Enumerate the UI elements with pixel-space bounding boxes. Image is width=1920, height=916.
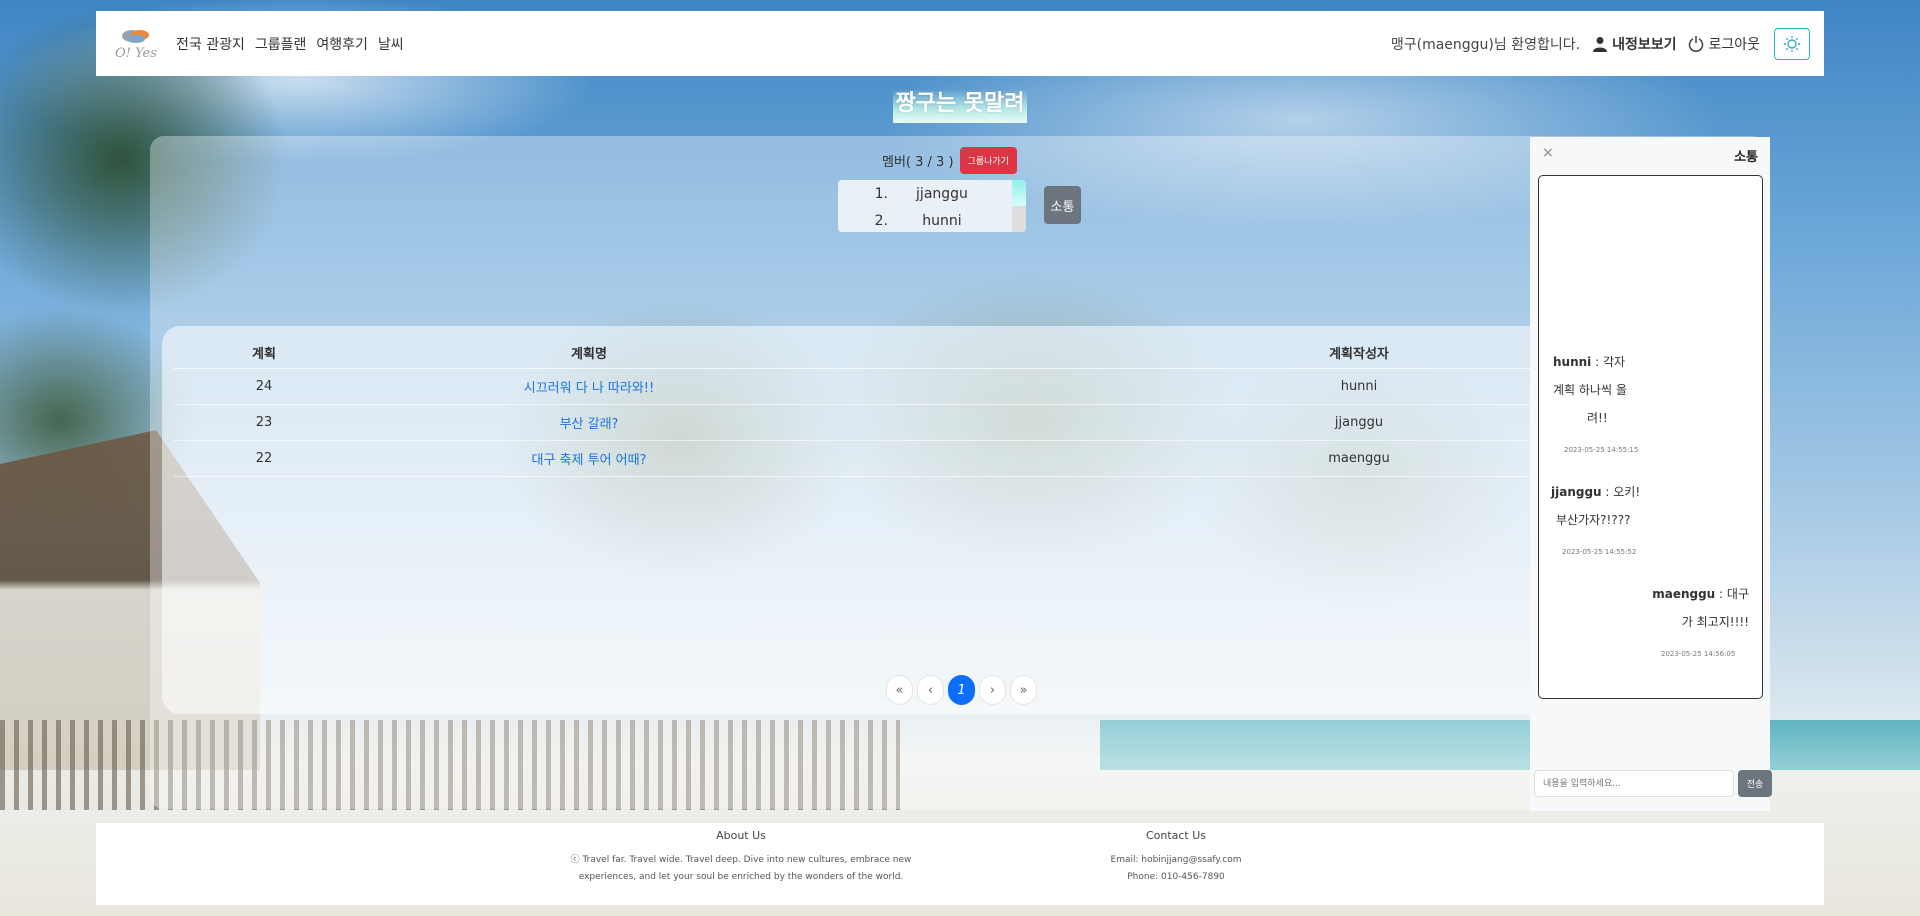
close-icon[interactable]: × (1542, 145, 1554, 161)
member-list[interactable]: 1. jjanggu 2. hunni (838, 180, 1026, 232)
column-header-plan-title: 계획명 (354, 338, 824, 369)
table-row: 23 부산 갈래? jjanggu (174, 404, 1534, 441)
logo-text: O! Yes (115, 46, 157, 61)
nav-group-plan[interactable]: 그룹플랜 (255, 34, 307, 54)
plan-number: 22 (174, 440, 354, 477)
footer-phone: Phone: 010-456-7890 (1127, 872, 1225, 882)
leave-group-button[interactable]: 그룹나가기 (959, 147, 1017, 174)
main-nav: 전국 관광지 그룹플랜 여행후기 날씨 (176, 34, 404, 54)
plan-title-link[interactable]: 부산 갈래? (560, 417, 619, 432)
page-prev-button[interactable]: ‹ (917, 675, 944, 705)
member-item: 1. jjanggu (838, 180, 1026, 207)
footer-about-title: About Us (716, 829, 766, 842)
my-info-label: 내정보보기 (1612, 36, 1677, 53)
chat-message-user: maenggu (1652, 587, 1716, 601)
user-icon (1593, 36, 1608, 52)
chat-message-text: 가 최고지!!!! (1681, 615, 1749, 629)
plan-title-link[interactable]: 시끄러워 다 나 따라와!! (524, 381, 654, 396)
group-title: 짱구는 못말려 (893, 89, 1027, 123)
member-number: 1. (874, 185, 888, 202)
power-icon (1689, 35, 1704, 52)
footer: About Us ⓒ Travel far. Travel wide. Trav… (96, 823, 1824, 905)
table-row: 22 대구 축제 투어 어때? maenggu (174, 440, 1534, 477)
top-navbar: O! Yes 전국 관광지 그룹플랜 여행후기 날씨 맹구(maenggu)님 … (96, 11, 1824, 76)
nav-tourist-spots[interactable]: 전국 관광지 (176, 34, 245, 54)
plan-number: 23 (174, 404, 354, 441)
chat-message-user: hunni (1553, 355, 1592, 369)
pagination: « ‹ 1 › » (886, 675, 1037, 705)
column-header-plan-author: 계획작성자 (1184, 338, 1534, 369)
logout-link[interactable]: 로그아웃 (1688, 34, 1760, 54)
chat-send-button[interactable]: 전송 (1738, 770, 1772, 797)
nav-travel-reviews[interactable]: 여행후기 (316, 34, 368, 54)
chat-message-time: 2023-05-25 14:55:15 (1564, 446, 1639, 454)
footer-about-text: ⓒ Travel far. Travel wide. Travel deep. … (570, 855, 912, 882)
column-spacer (824, 440, 1184, 477)
logo-icon (122, 30, 149, 43)
site-logo[interactable]: O! Yes (110, 22, 162, 66)
chat-message-text: 계획 하나씩 올 (1553, 383, 1627, 397)
footer-contact: Contact Us Email: hobinjjang@ssafy.com P… (1096, 829, 1256, 886)
my-info-link[interactable]: 내정보보기 (1592, 34, 1676, 54)
page-first-button[interactable]: « (886, 675, 913, 705)
table-row: 24 시끄러워 다 나 따라와!! hunni (174, 368, 1534, 405)
plan-table: 계획 계획명 계획작성자 24 시끄러워 다 나 따라와!! hunni 23 … (174, 338, 1534, 477)
member-name: hunni (922, 212, 962, 229)
column-spacer (824, 368, 1184, 405)
plan-author: hunni (1184, 368, 1534, 405)
chat-message-text: : 대구 (1715, 587, 1749, 601)
nav-weather[interactable]: 날씨 (378, 34, 404, 54)
chat-log[interactable]: hunni : 각자 계획 하나씩 올 려!! 2023-05-25 14:55… (1538, 175, 1763, 699)
footer-contact-title: Contact Us (1145, 829, 1207, 842)
chat-title: 소통 (1734, 150, 1758, 165)
plan-author: maenggu (1184, 440, 1534, 477)
talk-button[interactable]: 소통 (1044, 186, 1081, 224)
chat-message-text: 부산가자?!??? (1556, 513, 1631, 527)
page-number-button[interactable]: 1 (948, 675, 975, 705)
settings-button[interactable] (1774, 27, 1810, 60)
member-list-scrollbar[interactable] (1012, 180, 1026, 232)
column-header-plan-no: 계획 (174, 338, 354, 369)
column-spacer (824, 404, 1184, 441)
page-last-button[interactable]: » (1010, 675, 1037, 705)
chat-message: hunni : 각자 계획 하나씩 올 려!! (1553, 348, 1653, 432)
chat-message-input[interactable] (1534, 770, 1734, 797)
column-spacer (824, 338, 1184, 369)
plan-number: 24 (174, 368, 354, 405)
chat-message: maenggu : 대구 가 최고지!!!! (1639, 580, 1749, 636)
member-name: jjanggu (916, 185, 968, 202)
settings-icon (1784, 35, 1800, 52)
member-item: 2. hunni (838, 207, 1026, 232)
member-number: 2. (874, 212, 888, 229)
header-user-area: 맹구(maenggu)님 환영합니다. 내정보보기 로그아웃 (1390, 27, 1810, 60)
chat-panel: × 소통 hunni : 각자 계획 하나씩 올 려!! 2023-05-25 … (1530, 137, 1772, 811)
plan-author: jjanggu (1184, 404, 1534, 441)
members-header: 멤버( 3 / 3 ) 그룹나가기 (882, 147, 1017, 174)
chat-message-user: jjanggu (1551, 485, 1602, 499)
chat-message-time: 2023-05-25 14:55:52 (1562, 548, 1637, 556)
scrollbar-thumb[interactable] (1012, 180, 1026, 206)
page-next-button[interactable]: › (979, 675, 1006, 705)
members-count: 멤버( 3 / 3 ) (882, 155, 954, 170)
plan-title-link[interactable]: 대구 축제 투어 어때? (532, 453, 647, 468)
footer-about: About Us ⓒ Travel far. Travel wide. Trav… (556, 829, 926, 886)
chat-message-time: 2023-05-25 14:56:05 (1661, 650, 1736, 658)
chat-message-text: : 각자 (1591, 355, 1626, 369)
chat-message-text: 려!! (1587, 411, 1608, 425)
welcome-text: 맹구(maenggu)님 환영합니다. (1390, 36, 1581, 53)
chat-message: jjanggu : 오키! 부산가자?!??? (1551, 478, 1651, 534)
chat-input-row: 전송 (1534, 770, 1772, 797)
chat-message-text: : 오키! (1601, 485, 1641, 499)
table-header-row: 계획 계획명 계획작성자 (174, 338, 1534, 369)
footer-email: Email: hobinjjang@ssafy.com (1110, 855, 1242, 865)
logout-label: 로그아웃 (1708, 36, 1760, 53)
